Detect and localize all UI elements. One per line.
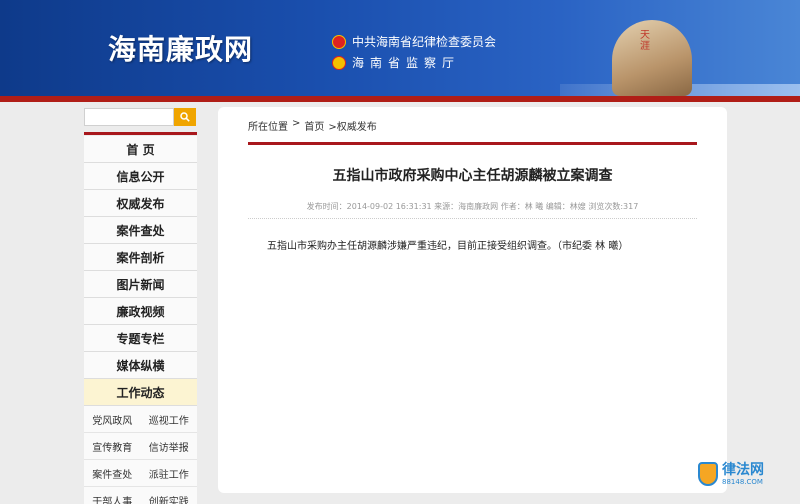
subnav-item[interactable]: 党风政风 bbox=[92, 412, 132, 427]
sidebar-item-photo-news[interactable]: 图片新闻 bbox=[84, 271, 197, 298]
sidebar-nav: 首 页 信息公开 权威发布 案件查处 案件剖析 图片新闻 廉政视频 专题专栏 媒… bbox=[84, 136, 197, 406]
article-meta: 发布时间：2014-09-02 16:31:31 来源：海南廉政网 作者：林 曦… bbox=[306, 202, 639, 211]
sidebar-section-work-news[interactable]: 工作动态 bbox=[84, 379, 197, 406]
subnav-item[interactable]: 巡视工作 bbox=[149, 412, 189, 427]
content-divider bbox=[248, 142, 697, 145]
org-line-supervision: 海南省监察厅 bbox=[332, 54, 460, 71]
sidebar-item-case-analysis[interactable]: 案件剖析 bbox=[84, 244, 197, 271]
meta-divider bbox=[248, 218, 697, 219]
org-line1-text: 中共海南省纪律检查委员会 bbox=[352, 35, 497, 49]
article-body: 五指山市采购办主任胡源麟涉嫌严重违纪，目前正接受组织调查。（市纪委 林 曦） bbox=[267, 241, 629, 252]
subnav-row: 宣传教育 信访举报 bbox=[84, 433, 197, 460]
sidebar-item-media[interactable]: 媒体纵横 bbox=[84, 352, 197, 379]
shield-icon bbox=[698, 462, 718, 486]
sidebar-subnav: 党风政风 巡视工作 宣传教育 信访举报 案件查处 派驻工作 干部人事 创新实践 bbox=[84, 406, 197, 504]
breadcrumb-section-link[interactable]: >权威发布 bbox=[328, 118, 376, 133]
search-input[interactable] bbox=[84, 108, 174, 126]
breadcrumb-separator: > bbox=[292, 118, 301, 129]
subnav-row: 干部人事 创新实践 bbox=[84, 487, 197, 504]
sidebar-item-official-release[interactable]: 权威发布 bbox=[84, 190, 197, 217]
subnav-row: 案件查处 派驻工作 bbox=[84, 460, 197, 487]
subnav-item[interactable]: 案件查处 bbox=[92, 466, 132, 481]
subnav-item[interactable]: 派驻工作 bbox=[149, 466, 189, 481]
subnav-item[interactable]: 创新实践 bbox=[149, 493, 189, 504]
org-line-commission: 中共海南省纪律检查委员会 bbox=[332, 33, 496, 50]
banner-divider bbox=[0, 96, 800, 102]
site-title[interactable]: 海南廉政网 bbox=[108, 28, 253, 68]
watermark-url: 88148.COM bbox=[722, 478, 763, 486]
subnav-item[interactable]: 干部人事 bbox=[92, 493, 132, 504]
header-banner: 海南廉政网 中共海南省纪律检查委员会 海南省监察厅 天涯 bbox=[0, 0, 800, 100]
sidebar-item-special-topics[interactable]: 专题专栏 bbox=[84, 325, 197, 352]
subnav-item[interactable]: 信访举报 bbox=[149, 439, 189, 454]
sidebar-item-info-disclosure[interactable]: 信息公开 bbox=[84, 163, 197, 190]
sidebar-item-video[interactable]: 廉政视频 bbox=[84, 298, 197, 325]
sidebar-item-case-handling[interactable]: 案件查处 bbox=[84, 217, 197, 244]
sidebar-divider bbox=[84, 132, 197, 135]
breadcrumb: 所在位置 > 首页 >权威发布 bbox=[248, 118, 377, 133]
article-title: 五指山市政府采购中心主任胡源麟被立案调查 bbox=[332, 168, 613, 184]
search-icon bbox=[180, 112, 190, 122]
state-emblem-icon bbox=[332, 55, 346, 70]
rock-inscription: 天涯 bbox=[640, 30, 650, 52]
article-panel: 所在位置 > 首页 >权威发布 五指山市政府采购中心主任胡源麟被立案调查 发布时… bbox=[218, 107, 727, 493]
watermark-name: 律法网 bbox=[722, 462, 764, 478]
subnav-item[interactable]: 宣传教育 bbox=[92, 439, 132, 454]
breadcrumb-prefix: 所在位置 bbox=[248, 122, 288, 133]
subnav-row: 党风政风 巡视工作 bbox=[84, 406, 197, 433]
sidebar-item-home[interactable]: 首 页 bbox=[84, 136, 197, 163]
breadcrumb-home-link[interactable]: 首页 bbox=[304, 118, 324, 133]
watermark-logo: 律法网 88148.COM bbox=[698, 462, 764, 486]
party-emblem-icon bbox=[332, 34, 346, 49]
search-button[interactable] bbox=[174, 108, 196, 126]
org-line2-text: 海南省监察厅 bbox=[352, 56, 461, 70]
